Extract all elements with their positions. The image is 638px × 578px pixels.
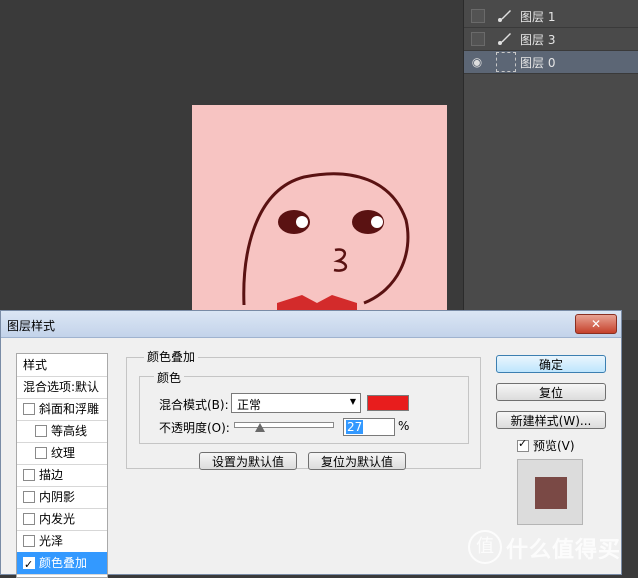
style-label: 斜面和浮雕: [39, 402, 100, 416]
blend-options-item[interactable]: 混合选项:默认: [17, 376, 107, 399]
checkbox[interactable]: [23, 534, 35, 547]
style-item-color-overlay[interactable]: 颜色叠加: [17, 552, 107, 576]
style-label: 内阴影: [39, 490, 76, 504]
document-canvas[interactable]: [192, 105, 447, 320]
brush-icon: [498, 10, 511, 22]
checkbox[interactable]: [23, 468, 35, 481]
style-item-stroke[interactable]: 描边: [17, 464, 107, 487]
styles-list: 样式 混合选项:默认 斜面和浮雕 等高线 纹理 描边 内阴影 内发光 光泽 颜色…: [16, 353, 108, 578]
style-label: 光泽: [39, 534, 64, 548]
layer-row-3[interactable]: 图层 3: [464, 28, 638, 51]
layer-thumbnail-icon: [496, 52, 516, 72]
style-item-satin[interactable]: 光泽: [17, 530, 107, 553]
preview-swatch: [535, 477, 567, 509]
style-label: 内发光: [39, 512, 76, 526]
opacity-slider-handle[interactable]: [255, 423, 265, 432]
opacity-value: 27: [346, 420, 364, 434]
style-item-bevel-emboss[interactable]: 斜面和浮雕: [17, 398, 107, 421]
style-label: 描边: [39, 468, 64, 482]
blend-mode-select[interactable]: 正常 ▼: [231, 393, 361, 413]
preview-checkbox[interactable]: [517, 437, 529, 452]
new-style-button[interactable]: 新建样式(W)...: [496, 411, 606, 429]
preview-toggle[interactable]: 预览(V): [517, 437, 575, 454]
eye-icon[interactable]: ◉: [470, 55, 484, 69]
chevron-down-icon: ▼: [349, 397, 356, 406]
visibility-toggle[interactable]: [471, 32, 485, 46]
watermark-logo-icon: 值: [468, 530, 502, 564]
watermark-text: 什么值得买: [506, 538, 622, 563]
dialog-title: 图层样式: [7, 319, 56, 333]
blend-mode-label: 混合模式(B):: [159, 398, 229, 412]
opacity-label: 不透明度(O):: [159, 421, 230, 435]
checkbox[interactable]: [35, 424, 47, 437]
layer-name: 图层 1: [520, 10, 556, 24]
style-label: 纹理: [51, 446, 76, 460]
watermark: 值 什么值得买: [462, 528, 638, 568]
style-item-inner-shadow[interactable]: 内阴影: [17, 486, 107, 509]
section-title: 颜色叠加: [144, 348, 199, 365]
reset-button[interactable]: 复位: [496, 383, 606, 401]
dialog-titlebar[interactable]: 图层样式 ✕: [1, 311, 621, 338]
preview-thumbnail: [517, 459, 583, 525]
preview-label: 预览(V): [533, 439, 575, 453]
brush-icon: [498, 33, 511, 45]
style-label: 等高线: [51, 424, 88, 438]
blend-mode-value: 正常: [237, 398, 262, 412]
ok-button[interactable]: 确定: [496, 355, 606, 373]
layer-row-1[interactable]: 图层 1: [464, 5, 638, 28]
layer-name: 图层 3: [520, 33, 556, 47]
close-button[interactable]: ✕: [575, 314, 617, 334]
checkbox[interactable]: [23, 512, 35, 525]
checkbox[interactable]: [35, 446, 47, 459]
checkbox[interactable]: [23, 402, 35, 415]
checkbox[interactable]: [23, 490, 35, 503]
layers-panel: 图层 1 图层 3 ◉ 图层 0: [463, 0, 638, 320]
reset-default-button[interactable]: 复位为默认值: [308, 452, 406, 470]
style-label: 颜色叠加: [39, 556, 88, 570]
style-item-contour[interactable]: 等高线: [17, 420, 107, 443]
style-item-texture[interactable]: 纹理: [17, 442, 107, 465]
set-default-button[interactable]: 设置为默认值: [199, 452, 297, 470]
styles-header[interactable]: 样式: [17, 354, 107, 377]
opacity-slider-track[interactable]: [234, 422, 334, 428]
layer-row-0[interactable]: ◉ 图层 0: [464, 51, 638, 74]
checkbox[interactable]: [23, 554, 35, 576]
opacity-unit: %: [398, 419, 410, 433]
opacity-input[interactable]: 27: [343, 418, 395, 436]
visibility-toggle[interactable]: [471, 9, 485, 23]
subsection-title: 颜色: [154, 369, 185, 386]
style-item-inner-glow[interactable]: 内发光: [17, 508, 107, 531]
face-illustration: [242, 172, 410, 320]
overlay-color-swatch[interactable]: [367, 395, 409, 411]
layer-name: 图层 0: [520, 56, 556, 70]
